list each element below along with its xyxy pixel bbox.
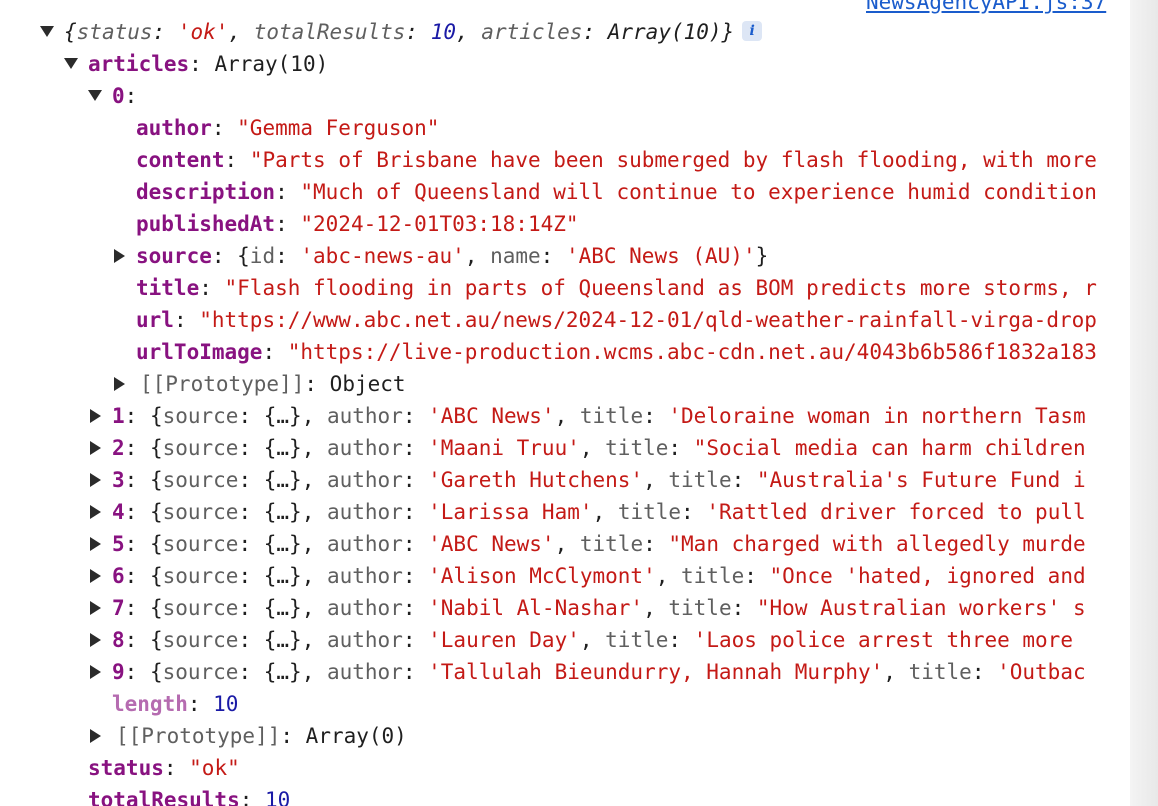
property-status: status: "ok" [88, 756, 240, 780]
expand-arrow-icon[interactable] [90, 665, 101, 679]
expand-arrow-icon[interactable] [114, 249, 125, 263]
array-item-collapsed[interactable]: 6: {source: {…}, author: 'Alison McClymo… [112, 560, 1086, 592]
expand-arrow-icon[interactable] [90, 537, 101, 551]
expand-arrow-icon[interactable] [90, 569, 101, 583]
expand-arrow-icon[interactable] [90, 409, 101, 423]
property-prototype[interactable]: [[Prototype]]: Object [140, 368, 406, 400]
expand-arrow-icon[interactable] [90, 729, 101, 743]
property-description: description: "Much of Queensland will co… [136, 180, 1097, 204]
expand-arrow-icon[interactable] [64, 58, 78, 69]
array-item-collapsed[interactable]: 1: {source: {…}, author: 'ABC News', tit… [112, 400, 1086, 432]
expand-arrow-icon[interactable] [90, 505, 101, 519]
property-length: length: 10 [112, 692, 239, 716]
property-content: content: "Parts of Brisbane have been su… [136, 148, 1097, 172]
property-url: url: "https://www.abc.net.au/news/2024-1… [136, 308, 1097, 332]
array-item-collapsed[interactable]: 4: {source: {…}, author: 'Larissa Ham', … [112, 496, 1086, 528]
array-item-0[interactable]: 0: [112, 80, 137, 112]
array-item-collapsed[interactable]: 8: {source: {…}, author: 'Lauren Day', t… [112, 624, 1073, 656]
expand-arrow-icon[interactable] [40, 26, 54, 37]
array-item-collapsed[interactable]: 3: {source: {…}, author: 'Gareth Hutchen… [112, 464, 1086, 496]
array-item-collapsed[interactable]: 5: {source: {…}, author: 'ABC News', tit… [112, 528, 1086, 560]
object-preview[interactable]: {status: 'ok', totalResults: 10, article… [64, 16, 763, 48]
articles-property[interactable]: articles: Array(10) [88, 48, 328, 80]
expand-arrow-icon[interactable] [90, 601, 101, 615]
source-file-link[interactable]: NewsAgencyAPI.js:37 [866, 0, 1106, 14]
expand-arrow-icon[interactable] [90, 441, 101, 455]
property-source[interactable]: source: {id: 'abc-news-au', name: 'ABC N… [136, 240, 768, 272]
property-title: title: "Flash flooding in parts of Queen… [136, 276, 1097, 300]
array-item-collapsed[interactable]: 7: {source: {…}, author: 'Nabil Al-Nasha… [112, 592, 1086, 624]
expand-arrow-icon[interactable] [88, 90, 102, 101]
console-object-tree: NewsAgencyAPI.js:37 {status: 'ok', total… [0, 0, 1130, 806]
property-publishedAt: publishedAt: "2024-12-01T03:18:14Z" [136, 212, 579, 236]
property-totalResults: totalResults: 10 [88, 788, 291, 806]
console-scroll-edge [1130, 0, 1158, 806]
array-prototype[interactable]: [[Prototype]]: Array(0) [116, 720, 407, 752]
info-icon[interactable]: i [742, 21, 763, 41]
expand-arrow-icon[interactable] [114, 377, 125, 391]
expand-arrow-icon[interactable] [90, 633, 101, 647]
expand-arrow-icon[interactable] [90, 473, 101, 487]
property-urlToImage: urlToImage: "https://live-production.wcm… [136, 340, 1097, 364]
array-item-collapsed[interactable]: 9: {source: {…}, author: 'Tallulah Bieun… [112, 656, 1086, 688]
property-author: author: "Gemma Ferguson" [136, 116, 440, 140]
array-item-collapsed[interactable]: 2: {source: {…}, author: 'Maani Truu', t… [112, 432, 1086, 464]
